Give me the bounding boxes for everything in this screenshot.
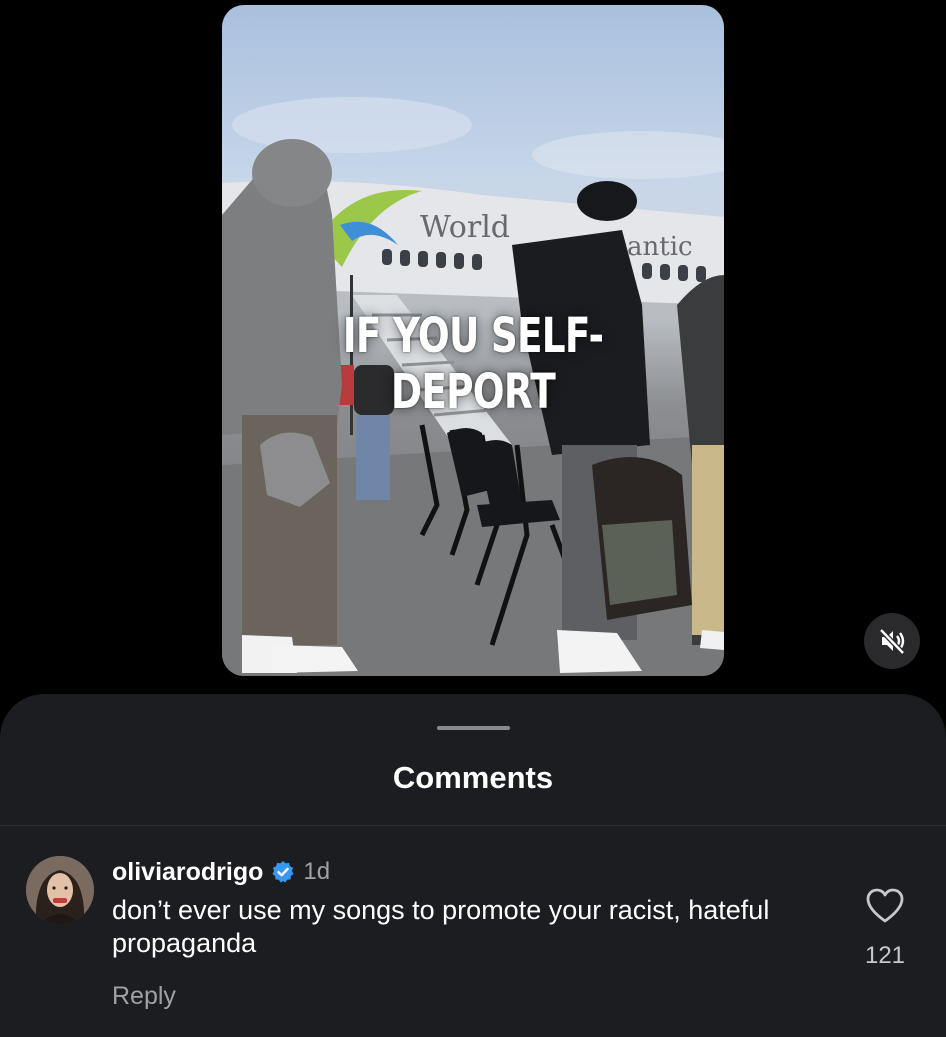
mute-toggle-button[interactable] xyxy=(864,613,920,669)
reel-video[interactable]: World antic IF YOU SELF-DEPORT xyxy=(222,5,724,676)
sheet-grabber-handle[interactable] xyxy=(437,726,510,730)
comment-username[interactable]: oliviarodrigo xyxy=(112,858,263,887)
comment-timestamp: 1d xyxy=(303,858,331,885)
reply-button[interactable]: Reply xyxy=(112,982,176,1011)
airline-text-right: antic xyxy=(627,232,693,262)
heart-icon[interactable] xyxy=(866,888,904,924)
comments-sheet: Comments oliviarodrigo 1d don’t ever use… xyxy=(0,694,946,1037)
avatar[interactable] xyxy=(26,856,94,924)
speaker-muted-icon xyxy=(879,628,905,655)
airline-text-left: World xyxy=(420,210,510,245)
divider xyxy=(0,825,946,826)
comment-text: don’t ever use my songs to promote your … xyxy=(112,895,770,958)
avatar-image xyxy=(26,856,94,924)
comment-header: oliviarodrigo 1d xyxy=(112,856,330,888)
video-overlay-caption: IF YOU SELF-DEPORT xyxy=(342,308,604,420)
like-count: 121 xyxy=(864,942,906,969)
verified-badge-icon xyxy=(272,861,295,883)
comments-title: Comments xyxy=(392,760,554,795)
